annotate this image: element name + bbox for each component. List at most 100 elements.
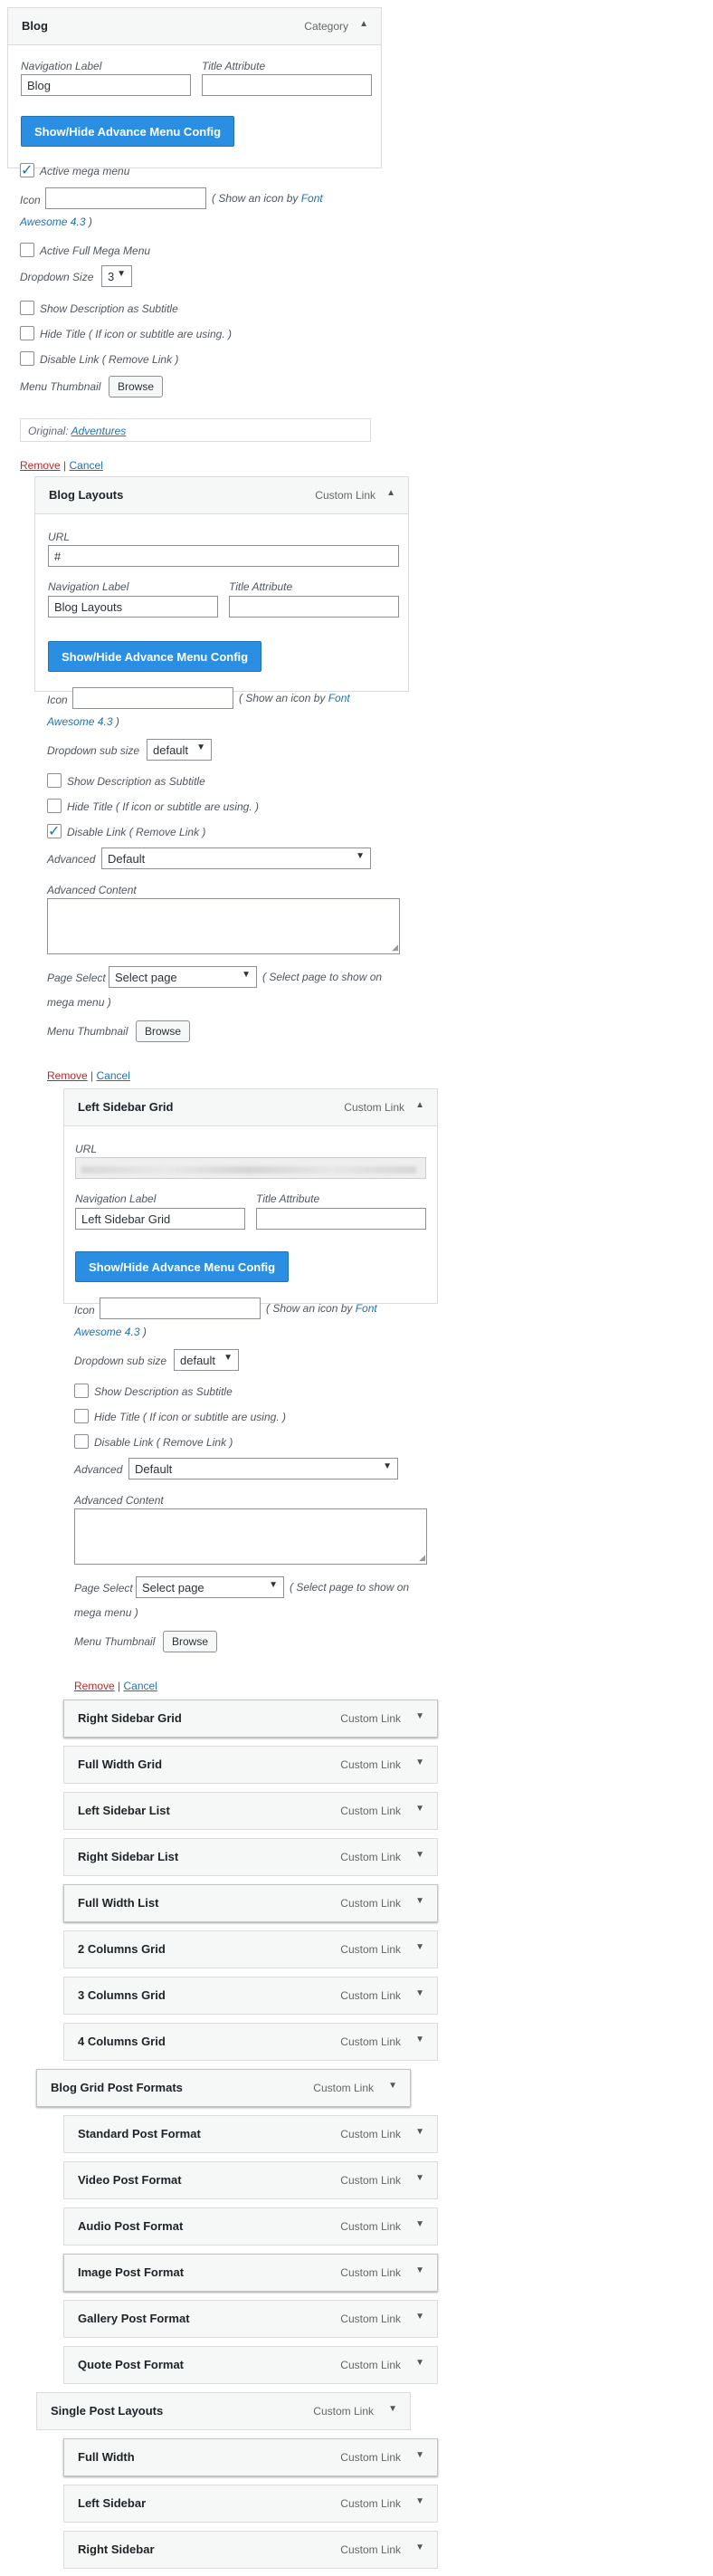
menu-item-collapsed[interactable]: 2 Columns Grid Custom Link ▼ <box>63 1930 438 1968</box>
resize-handle-icon[interactable]: ◢ <box>392 943 398 953</box>
chevron-down-icon[interactable]: ▼ <box>415 1804 424 1814</box>
menu-item-collapsed[interactable]: Single Post Layouts Custom Link ▼ <box>36 2392 411 2430</box>
menu-item-collapsed[interactable]: Audio Post Format Custom Link ▼ <box>63 2207 438 2246</box>
chevron-down-icon[interactable]: ▼ <box>415 1850 424 1860</box>
resize-handle-icon[interactable]: ◢ <box>419 1553 425 1563</box>
menu-item-blog-layouts-header[interactable]: Blog Layouts Custom Link ▲ <box>34 476 409 514</box>
menu-item-collapsed[interactable]: Full Width Grid Custom Link ▼ <box>63 1746 438 1784</box>
show-description-checkbox[interactable] <box>20 301 34 315</box>
chevron-down-icon[interactable]: ▼ <box>415 2035 424 2045</box>
title-attribute-input[interactable] <box>229 596 399 618</box>
menu-item-collapsed[interactable]: Left Sidebar Custom Link ▼ <box>63 2485 438 2523</box>
chevron-down-icon[interactable]: ▼ <box>415 2542 424 2552</box>
toggle-advance-config-button[interactable]: Show/Hide Advance Menu Config <box>48 641 262 672</box>
show-description-checkbox[interactable] <box>74 1384 89 1398</box>
menu-item-collapsed[interactable]: Right Sidebar Grid Custom Link ▼ <box>63 1700 438 1738</box>
url-input[interactable] <box>75 1157 426 1179</box>
dropdown-sub-size-select[interactable]: default ▼ <box>174 1349 239 1371</box>
chevron-down-icon[interactable]: ▼ <box>415 2219 424 2229</box>
show-description-checkbox[interactable] <box>47 773 62 788</box>
toggle-advance-config-button[interactable]: Show/Hide Advance Menu Config <box>21 116 235 147</box>
original-link[interactable]: Adventures <box>71 425 127 437</box>
chevron-down-icon[interactable]: ▼ <box>415 2312 424 2322</box>
font-awesome-link-2[interactable]: Awesome 4.3 <box>20 215 86 228</box>
chevron-down-icon[interactable]: ▼ <box>415 1988 424 1998</box>
chevron-down-icon[interactable]: ▼ <box>415 1711 424 1721</box>
menu-item-collapsed[interactable]: 4 Columns Grid Custom Link ▼ <box>63 2023 438 2061</box>
font-awesome-link-2[interactable]: Awesome 4.3 <box>47 715 113 728</box>
remove-link[interactable]: Remove <box>47 1069 88 1082</box>
dropdown-sub-size-select[interactable]: default ▼ <box>147 739 212 761</box>
chevron-down-icon[interactable]: ▼ <box>415 2450 424 2460</box>
toggle-advance-config-button[interactable]: Show/Hide Advance Menu Config <box>75 1251 290 1282</box>
menu-item-collapsed[interactable]: Video Post Format Custom Link ▼ <box>63 2161 438 2199</box>
disable-link-checkbox[interactable]: ✓ <box>47 824 62 839</box>
chevron-down-icon[interactable]: ▼ <box>415 1757 424 1767</box>
nav-label-input[interactable]: Left Sidebar Grid <box>75 1208 245 1230</box>
nav-label-input[interactable]: Blog Layouts <box>48 596 218 618</box>
nav-label-input[interactable]: Blog <box>21 74 191 96</box>
dropdown-size-select[interactable]: 3 ▼ <box>101 265 132 287</box>
chevron-down-icon[interactable]: ▼ <box>415 1942 424 1952</box>
menu-item-blog-header[interactable]: Blog Category ▲ <box>7 7 382 45</box>
icon-input[interactable] <box>100 1298 261 1319</box>
page-select[interactable]: Select page ▼ <box>136 1576 284 1598</box>
advanced-content-textarea[interactable]: ◢ <box>47 898 400 954</box>
active-mega-menu-checkbox[interactable]: ✓ <box>20 163 34 178</box>
page-select-hint-cont: mega menu ) <box>47 996 111 1009</box>
chevron-down-icon: ▼ <box>383 1461 392 1471</box>
menu-item-collapsed[interactable]: Blog Grid Post Formats Custom Link ▼ <box>36 2069 411 2107</box>
font-awesome-link[interactable]: Font <box>301 192 323 205</box>
chevron-up-icon[interactable]: ▲ <box>359 19 368 29</box>
page-select[interactable]: Select page ▼ <box>109 966 257 988</box>
menu-item-left-sidebar-grid-header[interactable]: Left Sidebar Grid Custom Link ▲ <box>63 1088 438 1126</box>
menu-item-collapsed[interactable]: Full Width Custom Link ▼ <box>63 2438 438 2476</box>
chevron-up-icon[interactable]: ▲ <box>415 1100 424 1110</box>
browse-button[interactable]: Browse <box>163 1631 218 1652</box>
menu-item-collapsed[interactable]: Image Post Format Custom Link ▼ <box>63 2254 438 2292</box>
browse-button[interactable]: Browse <box>109 376 164 397</box>
browse-button[interactable]: Browse <box>136 1020 191 1042</box>
remove-link[interactable]: Remove <box>74 1680 115 1692</box>
menu-item-collapsed[interactable]: Full Width List Custom Link ▼ <box>63 1884 438 1922</box>
chevron-down-icon[interactable]: ▼ <box>388 2404 397 2414</box>
font-awesome-link[interactable]: Font <box>328 692 350 704</box>
menu-item-title: Full Width Grid <box>78 1757 163 1771</box>
chevron-down-icon[interactable]: ▼ <box>415 2265 424 2275</box>
chevron-down-icon[interactable]: ▼ <box>388 2081 397 2091</box>
hide-title-checkbox[interactable] <box>47 799 62 813</box>
chevron-down-icon[interactable]: ▼ <box>415 2127 424 2137</box>
cancel-link[interactable]: Cancel <box>124 1680 157 1692</box>
menu-item-collapsed[interactable]: Gallery Post Format Custom Link ▼ <box>63 2300 438 2338</box>
icon-input[interactable] <box>72 687 233 709</box>
cancel-link[interactable]: Cancel <box>97 1069 130 1082</box>
menu-item-collapsed[interactable]: Standard Post Format Custom Link ▼ <box>63 2115 438 2153</box>
advanced-content-textarea[interactable]: ◢ <box>74 1508 427 1565</box>
chevron-down-icon[interactable]: ▼ <box>415 2496 424 2506</box>
chevron-down-icon[interactable]: ▼ <box>415 2358 424 2368</box>
disable-link-checkbox[interactable] <box>74 1434 89 1449</box>
cancel-link[interactable]: Cancel <box>70 459 103 472</box>
hide-title-checkbox[interactable] <box>20 326 34 340</box>
hide-title-checkbox[interactable] <box>74 1409 89 1423</box>
active-full-mega-checkbox[interactable] <box>20 243 34 257</box>
font-awesome-link[interactable]: Font <box>356 1302 377 1315</box>
menu-item-collapsed[interactable]: Left Sidebar List Custom Link ▼ <box>63 1792 438 1830</box>
disable-link-checkbox[interactable] <box>20 351 34 366</box>
chevron-down-icon[interactable]: ▼ <box>415 1896 424 1906</box>
chevron-down-icon[interactable]: ▼ <box>415 2173 424 2183</box>
advanced-select[interactable]: Default ▼ <box>128 1458 398 1480</box>
font-awesome-link-2[interactable]: Awesome 4.3 <box>74 1326 140 1338</box>
icon-input[interactable] <box>45 187 206 209</box>
advanced-select[interactable]: Default ▼ <box>101 847 371 869</box>
remove-link[interactable]: Remove <box>20 459 61 472</box>
title-attribute-input[interactable] <box>256 1208 426 1230</box>
icon-hint-cont: Awesome 4.3 ) <box>74 1326 147 1338</box>
menu-item-collapsed[interactable]: 3 Columns Grid Custom Link ▼ <box>63 1977 438 2015</box>
chevron-up-icon[interactable]: ▲ <box>386 488 395 498</box>
menu-item-collapsed[interactable]: Right Sidebar Custom Link ▼ <box>63 2531 438 2569</box>
title-attribute-input[interactable] <box>202 74 372 96</box>
menu-item-collapsed[interactable]: Quote Post Format Custom Link ▼ <box>63 2346 438 2384</box>
menu-item-collapsed[interactable]: Right Sidebar List Custom Link ▼ <box>63 1838 438 1876</box>
url-input[interactable]: # <box>48 545 399 567</box>
